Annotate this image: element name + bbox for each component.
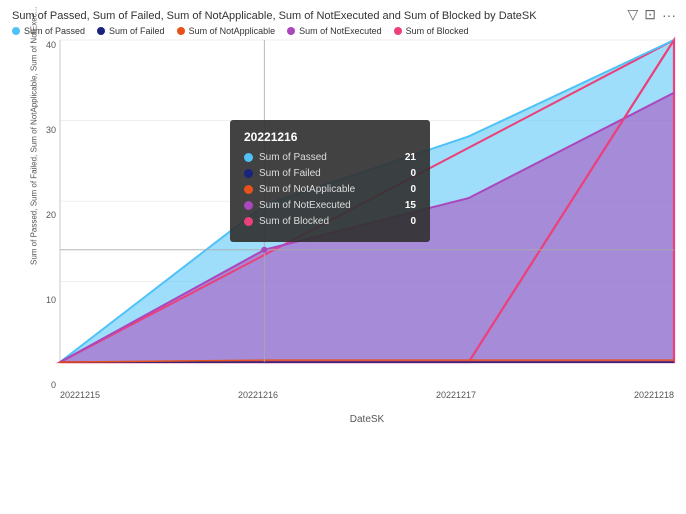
dot-notexecuted-2 [261,247,267,253]
legend-item-notexecuted: Sum of NotExecuted [287,26,382,36]
x-tick-20221216: 20221216 [238,390,278,400]
y-axis-label: Sum of Passed, Sum of Failed, Sum of Not… [30,185,39,265]
legend-label-blocked: Sum of Blocked [406,26,469,36]
legend-item-notapplicable: Sum of NotApplicable [177,26,276,36]
chart-title: Sum of Passed, Sum of Failed, Sum of Not… [12,10,674,22]
x-tick-20221217: 20221217 [436,390,476,400]
x-tick-20221215: 20221215 [60,390,100,400]
dot-passed-2 [261,202,267,208]
legend-label-notexecuted: Sum of NotExecuted [299,26,382,36]
more-options-icon[interactable]: ··· [662,7,676,23]
legend-dot-passed [12,27,20,35]
legend: Sum of Passed Sum of Failed Sum of NotAp… [12,26,674,36]
legend-dot-notapplicable [177,27,185,35]
legend-dot-blocked [394,27,402,35]
legend-label-notapplicable: Sum of NotApplicable [189,26,276,36]
y-tick-20: 20 [46,210,56,220]
y-tick-40: 40 [46,40,56,50]
chart-container: ▽ ⊡ ··· Sum of Passed, Sum of Failed, Su… [0,0,686,514]
y-tick-30: 30 [46,125,56,135]
y-tick-0: 0 [51,380,56,390]
x-axis-label: DateSK [60,414,674,425]
legend-dot-notexecuted [287,27,295,35]
legend-label-failed: Sum of Failed [109,26,165,36]
legend-item-passed: Sum of Passed [12,26,85,36]
chart-svg [60,40,674,388]
y-tick-10: 10 [46,295,56,305]
filter-icon[interactable]: ▽ [627,6,638,23]
expand-icon[interactable]: ⊡ [644,6,656,23]
legend-item-failed: Sum of Failed [97,26,165,36]
legend-item-blocked: Sum of Blocked [394,26,469,36]
toolbar: ▽ ⊡ ··· [627,6,676,23]
legend-dot-failed [97,27,105,35]
x-tick-20221218: 20221218 [634,390,674,400]
